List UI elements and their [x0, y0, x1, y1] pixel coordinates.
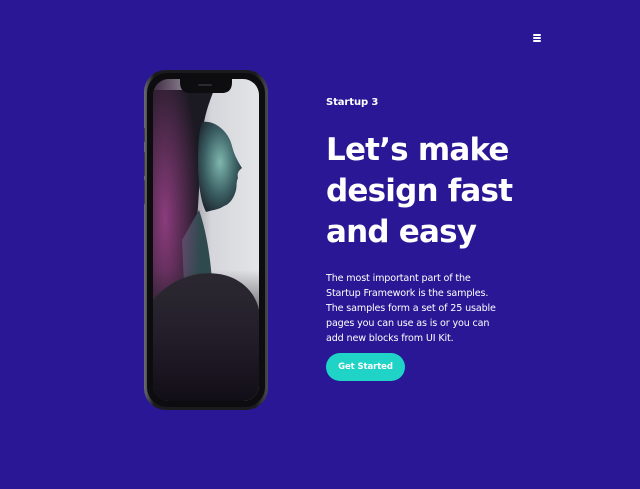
- menu-bar: [533, 34, 541, 36]
- description-line: pages you can use as is or you can: [326, 318, 490, 329]
- description-line: Startup Framework is the samples.: [326, 288, 489, 299]
- headline-line: design fast: [326, 173, 513, 209]
- hero-headline: Let’s make design fast and easy: [326, 130, 586, 253]
- description-line: The most important part of the: [326, 273, 471, 284]
- description-line: add new blocks from UI Kit.: [326, 333, 454, 344]
- phone-illustration: [143, 70, 268, 410]
- headline-line: Let’s make: [326, 132, 509, 168]
- get-started-button[interactable]: Get Started: [326, 353, 405, 381]
- hero-text: Startup 3 Let’s make design fast and eas…: [326, 96, 586, 381]
- headline-line: and easy: [326, 214, 477, 250]
- eyebrow-label: Startup 3: [326, 97, 379, 108]
- menu-bar: [533, 40, 541, 42]
- menu-bar: [533, 37, 541, 39]
- hero-description: The most important part of the Startup F…: [326, 271, 526, 346]
- page: Startup 3 Let’s make design fast and eas…: [0, 0, 640, 489]
- hamburger-menu-icon[interactable]: [533, 33, 543, 42]
- phone-mockup: [143, 70, 268, 410]
- description-line: The samples form a set of 25 usable: [326, 303, 496, 314]
